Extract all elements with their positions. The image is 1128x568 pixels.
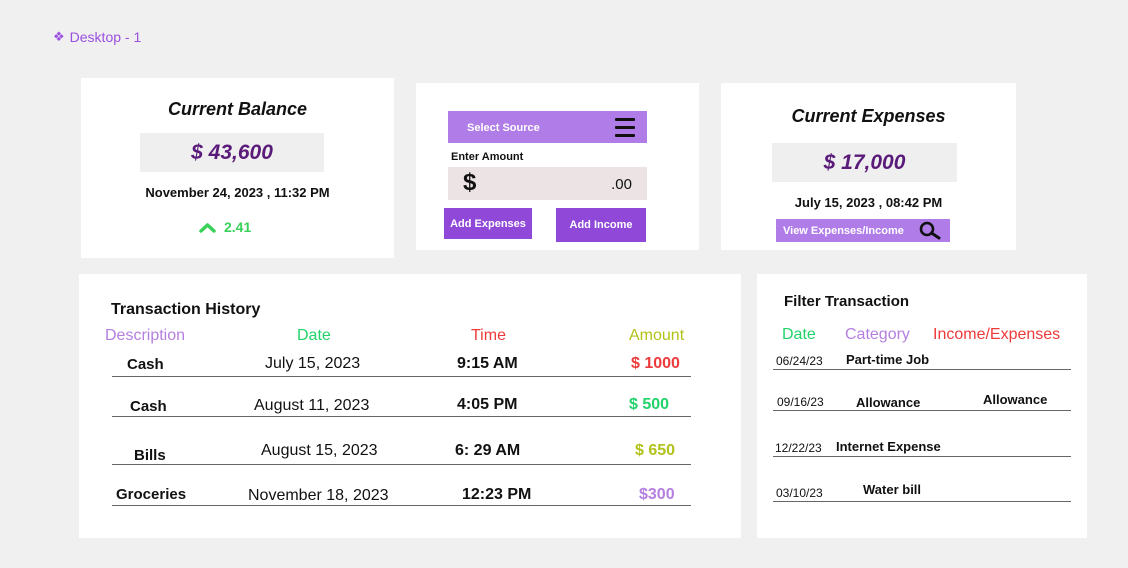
amount-input[interactable]: $ .00 [448,167,647,200]
transaction-entry-card: Select Source Enter Amount $ .00 Add Exp… [416,83,699,250]
component-icon: ❖ [53,29,65,44]
history-header-amount: Amount [629,327,685,344]
filter-transaction-card: Filter Transaction Date Category Income/… [757,274,1087,538]
row-amount: $ 500 [629,396,670,413]
filter-title: Filter Transaction [784,293,910,310]
row-date: August 11, 2023 [254,397,370,414]
expenses-title: Current Expenses [791,106,946,126]
row-time: 4:05 PM [457,396,518,413]
filter-row-date: 03/10/23 [776,486,823,500]
balance-amount: $ 43,600 [140,133,324,172]
list-item[interactable]: 09/16/23 Allowance Allowance [773,389,1071,411]
frame-label-text: Desktop - 1 [69,29,142,45]
menu-icon [615,118,635,137]
list-item[interactable]: 12/22/23 Internet Expense [773,436,1071,457]
filter-row-income-expenses: Allowance [983,392,1048,407]
row-amount: $ 650 [635,442,676,459]
row-description: Cash [127,356,164,373]
row-description: Cash [130,398,167,415]
row-amount: $ 1000 [631,355,680,372]
balance-change: 2.41 [199,219,251,235]
enter-amount-label: Enter Amount [451,151,524,163]
row-description: Groceries [116,486,187,503]
filter-date-tab[interactable]: Date [782,326,816,344]
frame-label: ❖ Desktop - 1 [53,29,141,45]
select-source-dropdown[interactable]: Select Source [448,111,647,143]
filter-income-expenses-tab[interactable]: Income/Expenses [933,326,1060,344]
balance-title: Current Balance [167,99,308,119]
list-item[interactable]: 06/24/23 Part-time Job [773,349,1071,370]
filter-row-category: Water bill [863,482,922,497]
row-amount: $300 [639,486,675,503]
row-time: 12:23 PM [462,486,532,503]
current-expenses-card: Current Expenses $ 17,000 July 15, 2023 … [721,83,1016,250]
add-expenses-button[interactable]: Add Expenses [444,208,532,239]
list-item[interactable]: 03/10/23 Water bill [773,479,1071,502]
filter-row-date: 09/16/23 [777,395,824,409]
filter-row-category: Internet Expense [836,439,941,454]
row-date: November 18, 2023 [248,487,389,504]
balance-datetime: November 24, 2023 , 11:32 PM [145,185,330,200]
row-date: July 15, 2023 [265,355,361,372]
history-title: Transaction History [111,301,261,318]
table-row[interactable]: Groceries November 18, 2023 12:23 PM $30… [112,484,691,506]
expenses-datetime: July 15, 2023 , 08:42 PM [794,195,943,210]
select-source-label: Select Source [467,122,540,134]
filter-row-date: 12/22/23 [775,441,822,455]
row-time: 9:15 AM [457,355,518,372]
row-date: August 15, 2023 [261,442,378,459]
add-income-button[interactable]: Add Income [556,208,646,242]
history-header-description: Description [105,327,186,344]
filter-row-category: Part-time Job [846,352,930,367]
history-header-date: Date [297,327,331,344]
view-button-label: View Expenses/Income [783,225,904,237]
table-row[interactable]: Bills August 15, 2023 6: 29 AM $ 650 [112,440,691,465]
history-header-time: Time [471,327,506,344]
table-row[interactable]: Cash August 11, 2023 4:05 PM $ 500 [112,393,691,417]
table-row[interactable]: Cash July 15, 2023 9:15 AM $ 1000 [112,353,691,377]
transaction-history-card: Transaction History Description Date Tim… [79,274,741,538]
filter-row-date: 06/24/23 [776,354,823,368]
row-time: 6: 29 AM [455,442,521,459]
dollar-icon: $ [463,169,477,196]
balance-change-value: 2.41 [224,219,252,235]
chevron-up-icon [199,222,216,233]
search-icon [919,221,941,240]
filter-category-tab[interactable]: Category [845,326,910,344]
current-balance-card: Current Balance $ 43,600 November 24, 20… [81,78,394,258]
amount-cents: .00 [611,176,632,193]
row-description: Bills [134,447,166,464]
filter-row-category: Allowance [856,395,921,410]
expenses-amount: $ 17,000 [772,143,957,182]
view-expenses-income-button[interactable]: View Expenses/Income [776,219,950,242]
